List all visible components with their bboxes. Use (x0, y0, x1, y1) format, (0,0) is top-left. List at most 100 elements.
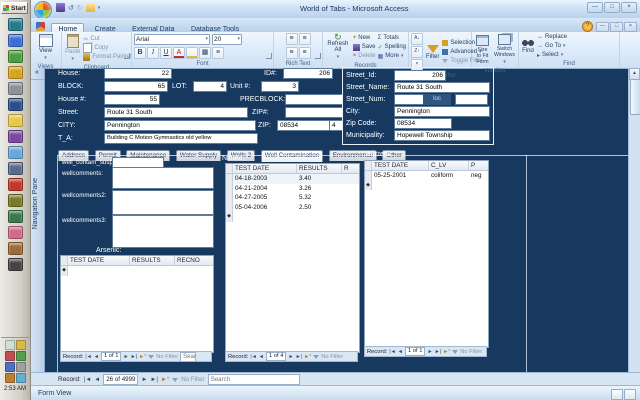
table-row[interactable]: 05-04-2006 2.50 (226, 203, 359, 213)
street-field[interactable]: Route 31 South (104, 107, 248, 118)
form-system-icon[interactable] (36, 22, 45, 31)
house-field[interactable]: 22 (104, 68, 172, 79)
photos-icon[interactable] (8, 130, 23, 143)
font-color-button[interactable]: A (173, 47, 185, 59)
next-record-button[interactable]: ► (141, 377, 147, 383)
wellcomments-field[interactable] (112, 167, 214, 189)
vertical-scrollbar[interactable]: ▲ (628, 68, 640, 372)
select-all-cell[interactable] (61, 256, 68, 265)
goto-button[interactable]: →Go To▾ (537, 42, 567, 50)
column-header[interactable]: R (342, 164, 357, 173)
scrollbar-thumb[interactable] (630, 79, 640, 115)
previous-record-button[interactable]: ◄ (259, 354, 264, 360)
my-computer-icon[interactable] (8, 82, 23, 95)
music-folder-icon[interactable] (8, 178, 23, 191)
clipboard-dialog-launcher[interactable] (124, 53, 130, 59)
column-header[interactable]: RECNO (175, 256, 211, 265)
spelling-button[interactable]: ✓Spelling (378, 43, 406, 51)
nitrate-datasheet[interactable]: TEST DATE RESULTS R 04-18-2003 3.40 04-2… (225, 163, 360, 353)
recycle-bin-icon[interactable] (8, 162, 23, 175)
doc-restore-button[interactable]: □ (610, 22, 623, 32)
decrease-indent-button[interactable]: ≡ (286, 47, 298, 59)
align-text-button[interactable]: ≡ (212, 47, 224, 59)
next-record-button[interactable]: ► (288, 354, 293, 360)
gridlines-button[interactable]: ▦ (199, 47, 211, 59)
street-id-field[interactable]: 206 (394, 70, 446, 81)
record-selector[interactable] (226, 174, 233, 184)
street-city-field[interactable]: Pennington (394, 106, 490, 117)
new-record-button[interactable]: ►* (443, 349, 450, 355)
navigation-pane-collapsed[interactable]: « Navigation Pane (30, 68, 45, 372)
qat-customize-icon[interactable]: ▾ (98, 5, 101, 11)
ta-field[interactable]: Building C Motion Gymnastics old yellow (104, 133, 258, 144)
column-header[interactable]: RESULTS (297, 164, 342, 173)
record-selector[interactable]: ◆ (226, 212, 233, 222)
tray-battery-icon[interactable] (16, 362, 26, 372)
last-record-button[interactable]: ►| (296, 354, 302, 360)
zip-field[interactable]: 08534 (277, 120, 331, 131)
sort-ascending-button[interactable]: A↓ (411, 33, 423, 45)
datasheet-view-button[interactable] (624, 389, 636, 400)
media-player-icon[interactable] (8, 34, 23, 47)
record-position[interactable]: 1 of 1 (101, 352, 122, 361)
record-selector[interactable] (226, 203, 233, 213)
street-num-field-2[interactable] (455, 94, 488, 105)
new-record-button[interactable]: ►* (304, 354, 311, 360)
search-box[interactable]: Search (180, 352, 196, 362)
documents-folder-icon[interactable] (8, 114, 23, 127)
record-selector[interactable] (226, 193, 233, 203)
arsenic-datasheet[interactable]: TEST DATE RESULTS RECNO ◆ (60, 255, 214, 353)
house-num-field[interactable]: 55 (104, 94, 160, 105)
column-header[interactable]: TEST DATE (372, 161, 429, 170)
maximize-button[interactable]: □ (604, 2, 620, 13)
previous-record-button[interactable]: ◄ (94, 354, 99, 360)
street-num-field[interactable] (394, 94, 424, 105)
record-selector[interactable]: ◆ (365, 181, 372, 191)
new-record-button[interactable]: ►* (139, 354, 146, 360)
last-record-button[interactable]: ►| (150, 377, 158, 383)
underline-button[interactable]: U (160, 47, 172, 59)
folder-icon[interactable] (8, 66, 23, 79)
tray-volume-icon[interactable] (5, 340, 15, 350)
font-dialog-launcher[interactable] (266, 53, 272, 59)
italic-button[interactable]: I (147, 47, 159, 59)
more-button[interactable]: ▦More▾ (378, 52, 406, 60)
undo-icon[interactable]: ↺ (68, 4, 74, 12)
network-icon[interactable] (8, 146, 23, 159)
fill-color-button[interactable] (186, 47, 198, 59)
street-name-field[interactable]: Route 31 South (394, 82, 490, 93)
new-record-row[interactable]: ◆ (61, 266, 213, 276)
mail-icon[interactable] (8, 210, 23, 223)
notes-icon[interactable] (8, 226, 23, 239)
save-icon[interactable] (56, 3, 65, 12)
column-header[interactable]: P (469, 161, 486, 170)
tray-update-icon[interactable] (16, 351, 26, 361)
doc-close-button[interactable]: × (624, 22, 637, 32)
messenger-icon[interactable] (8, 50, 23, 63)
table-row[interactable]: 04-18-2003 3.40 (226, 174, 359, 184)
id-field[interactable]: 206 (283, 68, 333, 79)
table-row[interactable]: 04-21-2004 3.26 (226, 184, 359, 194)
wellcomments3-field[interactable] (112, 215, 214, 248)
precblock-field[interactable] (285, 94, 343, 105)
first-record-button[interactable]: |◄ (389, 349, 395, 355)
block-field[interactable]: 65 (104, 81, 168, 92)
open-folder-icon[interactable] (86, 3, 95, 12)
numbering-button[interactable]: ≡ (299, 33, 311, 45)
column-header[interactable]: C_LV (429, 161, 469, 170)
municipality-field[interactable]: Hopewell Township (394, 130, 490, 141)
delete-record-button[interactable]: ×Delete (353, 52, 376, 60)
switch-windows-button[interactable]: Switch Windows▾ (493, 33, 516, 66)
column-header[interactable]: TEST DATE (233, 164, 297, 173)
select-button[interactable]: ▸Select▾ (537, 51, 567, 59)
bullets-button[interactable]: ≡ (286, 33, 298, 45)
filter-button[interactable]: Filter (425, 44, 440, 61)
tools-icon[interactable] (8, 258, 23, 271)
replace-button[interactable]: ↔Replace (537, 33, 567, 41)
office-button[interactable] (34, 1, 52, 19)
column-header[interactable]: RESULTS (130, 256, 175, 265)
select-all-cell[interactable] (226, 164, 233, 173)
sort-descending-button[interactable]: Z↑ (411, 46, 423, 58)
table-row[interactable]: 05-25-2001 coliform neg (365, 171, 488, 181)
tray-antivirus-icon[interactable] (5, 351, 15, 361)
